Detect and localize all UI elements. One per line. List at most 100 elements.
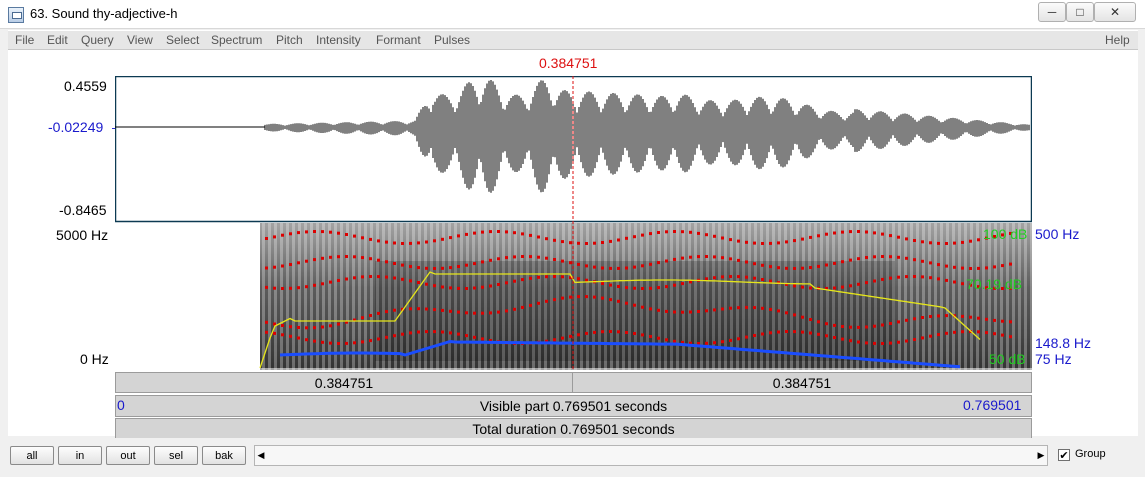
formant-dot bbox=[345, 341, 348, 345]
formant-dot bbox=[497, 230, 500, 233]
time-segment-left[interactable]: 0.384751 bbox=[115, 372, 573, 393]
formant-dot bbox=[273, 235, 276, 239]
formant-dot bbox=[513, 231, 516, 235]
formant-dot bbox=[929, 315, 932, 318]
formant-dot bbox=[545, 237, 548, 241]
formant-dot bbox=[809, 266, 812, 269]
formant-dot bbox=[769, 307, 772, 311]
formant-dot bbox=[673, 230, 676, 233]
formant-dot bbox=[873, 324, 876, 328]
formant-dot bbox=[961, 266, 964, 270]
formant-dot bbox=[833, 323, 836, 327]
formant-dot bbox=[801, 285, 804, 289]
formant-dot bbox=[793, 284, 796, 288]
menu-query[interactable]: Query bbox=[81, 33, 114, 47]
menu-view[interactable]: View bbox=[127, 33, 153, 47]
formant-dot bbox=[473, 262, 476, 266]
formant-dot bbox=[817, 332, 820, 336]
formant-dot bbox=[713, 234, 716, 238]
formant-dot bbox=[777, 330, 780, 334]
zoom-all-button[interactable]: all bbox=[10, 446, 54, 465]
formant-dot bbox=[865, 256, 868, 259]
time-segment-right[interactable]: 0.384751 bbox=[572, 372, 1032, 393]
formant-dot bbox=[929, 276, 932, 280]
formant-dot bbox=[369, 314, 372, 317]
zoom-in-button[interactable]: in bbox=[58, 446, 102, 465]
formant-dot bbox=[265, 266, 268, 270]
formant-dot bbox=[313, 339, 316, 343]
menu-formant[interactable]: Formant bbox=[376, 33, 421, 47]
formant-dot bbox=[809, 331, 812, 335]
menu-intensity[interactable]: Intensity bbox=[316, 33, 361, 47]
formant-dot bbox=[865, 230, 868, 234]
formant-dot bbox=[961, 240, 964, 244]
formant-dot bbox=[761, 263, 764, 267]
group-checkbox[interactable]: ✔ bbox=[1058, 449, 1070, 462]
formant-dot bbox=[465, 287, 468, 290]
formant-dot bbox=[273, 265, 276, 269]
formant-dot bbox=[665, 230, 668, 234]
maximize-button[interactable]: □ bbox=[1066, 2, 1094, 22]
horizontal-scrollbar[interactable] bbox=[254, 445, 1048, 466]
formant-dot bbox=[649, 307, 652, 311]
visible-part-bar[interactable]: Visible part 0.769501 seconds bbox=[115, 395, 1032, 417]
formant-dot bbox=[977, 316, 980, 320]
formant-dot bbox=[625, 286, 628, 290]
zoom-back-button[interactable]: bak bbox=[202, 446, 246, 465]
formant-dot bbox=[465, 334, 468, 338]
menu-file[interactable]: File bbox=[15, 33, 34, 47]
formant-dot bbox=[481, 311, 484, 315]
formant-dot bbox=[297, 231, 300, 235]
formant-dot bbox=[1001, 319, 1004, 323]
zoom-out-button[interactable]: out bbox=[106, 446, 150, 465]
formant-dot bbox=[945, 314, 948, 318]
formant-dot bbox=[577, 333, 580, 337]
menu-pulses[interactable]: Pulses bbox=[434, 33, 470, 47]
formant-dot bbox=[745, 335, 748, 339]
zoom-selection-button[interactable]: sel bbox=[154, 446, 198, 465]
formant-dot bbox=[641, 287, 644, 290]
formant-dot bbox=[865, 341, 868, 345]
formant-dot bbox=[289, 334, 292, 338]
formant-dot bbox=[657, 286, 660, 290]
formant-dot bbox=[961, 330, 964, 334]
formant-dot bbox=[817, 234, 820, 238]
formant-dot bbox=[649, 286, 652, 290]
scroll-left-icon[interactable]: ◀ bbox=[254, 445, 268, 466]
formant-dot bbox=[793, 330, 796, 334]
formant-dot bbox=[393, 334, 396, 338]
menu-spectrum[interactable]: Spectrum bbox=[211, 33, 262, 47]
pitch-min-label: 75 Hz bbox=[1035, 351, 1072, 367]
formant-dot bbox=[921, 240, 924, 244]
scroll-right-icon[interactable]: ▶ bbox=[1034, 445, 1048, 466]
sound-plot[interactable] bbox=[115, 76, 1032, 371]
formant-dot bbox=[889, 322, 892, 325]
formant-dot bbox=[873, 255, 876, 259]
formant-dot bbox=[633, 265, 636, 269]
formant-dot bbox=[785, 240, 788, 244]
formant-dot bbox=[953, 330, 956, 334]
menu-edit[interactable]: Edit bbox=[47, 33, 68, 47]
minimize-button[interactable]: ─ bbox=[1038, 2, 1066, 22]
close-button[interactable]: ✕ bbox=[1094, 2, 1136, 22]
formant-dot bbox=[377, 311, 380, 315]
formant-dot bbox=[281, 324, 284, 327]
menu-pitch[interactable]: Pitch bbox=[276, 33, 303, 47]
formant-dot bbox=[473, 311, 476, 315]
visible-start-label: 0 bbox=[117, 397, 125, 413]
formant-dot bbox=[969, 239, 972, 243]
formant-dot bbox=[593, 265, 596, 269]
formant-dot bbox=[841, 260, 844, 264]
group-label: Group bbox=[1075, 448, 1106, 460]
formant-dot bbox=[409, 331, 412, 335]
formant-dot bbox=[649, 335, 652, 338]
formant-dot bbox=[289, 286, 292, 290]
formant-dot bbox=[385, 260, 388, 264]
formant-dot bbox=[657, 231, 660, 234]
formant-dot bbox=[777, 309, 780, 313]
menu-help[interactable]: Help bbox=[1105, 33, 1130, 47]
menu-select[interactable]: Select bbox=[166, 33, 199, 47]
total-duration-bar[interactable]: Total duration 0.769501 seconds bbox=[115, 418, 1032, 440]
formant-dot bbox=[561, 240, 564, 244]
formant-dot bbox=[297, 286, 300, 290]
